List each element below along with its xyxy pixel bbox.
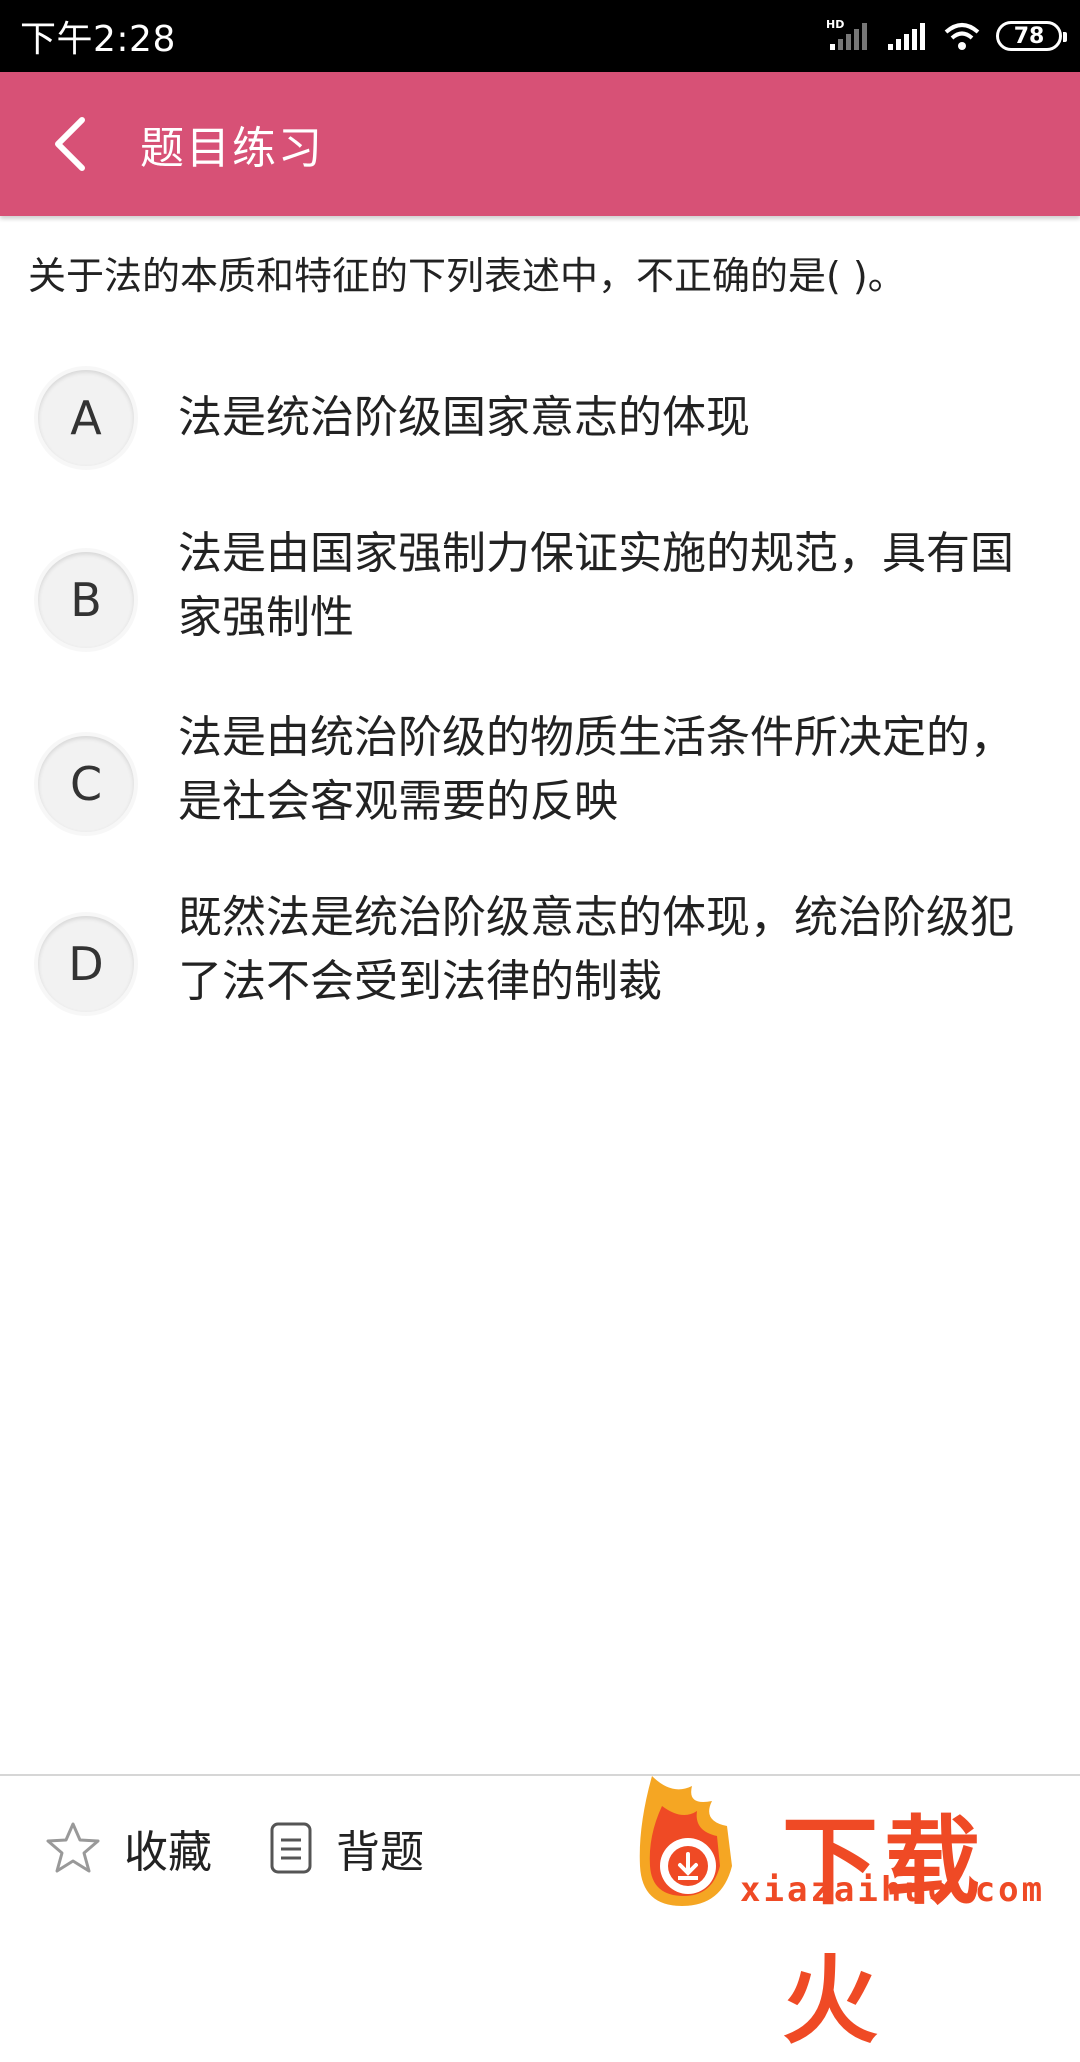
battery-level: 78 xyxy=(1013,23,1045,49)
hd-label: HD xyxy=(826,18,844,31)
app-bar: 题目练习 xyxy=(0,72,1080,216)
option-letter-badge: B xyxy=(38,552,134,648)
hd-signal-icon: HD xyxy=(826,18,867,50)
bottom-bar: 收藏 背题 下载火 xiazaihuo.com xyxy=(0,1776,1080,2057)
watermark-domain: xiazaihuo.com xyxy=(740,1870,1046,1910)
status-bar: 下午2:28 HD 78 xyxy=(0,0,1080,72)
watermark-logo: 下载火 xiazaihuo.com xyxy=(632,1766,1072,2057)
page-title: 题目练习 xyxy=(140,123,324,174)
document-icon xyxy=(270,1822,312,1874)
wifi-icon xyxy=(944,23,980,50)
option-letter-badge: A xyxy=(38,370,134,466)
chevron-left-icon xyxy=(55,117,85,171)
status-icons: HD 78 xyxy=(826,18,1067,54)
recite-label: 背题 xyxy=(336,1827,424,1878)
back-button[interactable] xyxy=(0,72,140,216)
favorite-label: 收藏 xyxy=(124,1827,212,1878)
battery-indicator: 78 xyxy=(996,21,1067,51)
option-text: 法是由统治阶级的物质生活条件所决定的，是社会客观需要的反映 xyxy=(178,712,1014,827)
favorite-button[interactable]: 收藏 xyxy=(44,1776,212,1920)
option-text: 既然法是统治阶级意志的体现，统治阶级犯了法不会受到法律的制裁 xyxy=(178,892,1014,1007)
option-text: 法是由国家强制力保证实施的规范，具有国家强制性 xyxy=(178,528,1014,643)
star-outline-icon xyxy=(46,1822,100,1873)
status-time: 下午2:28 xyxy=(20,19,176,60)
recite-button[interactable]: 背题 xyxy=(268,1776,424,1920)
option-letter-badge: C xyxy=(38,736,134,832)
option-text: 法是统治阶级国家意志的体现 xyxy=(178,392,750,443)
signal-icon xyxy=(888,23,925,50)
question-text: 关于法的本质和特征的下列表述中，不正确的是( )。 xyxy=(28,254,906,298)
watermark-brand: 下载火 xyxy=(782,1806,986,2057)
option-letter-badge: D xyxy=(38,916,134,1012)
